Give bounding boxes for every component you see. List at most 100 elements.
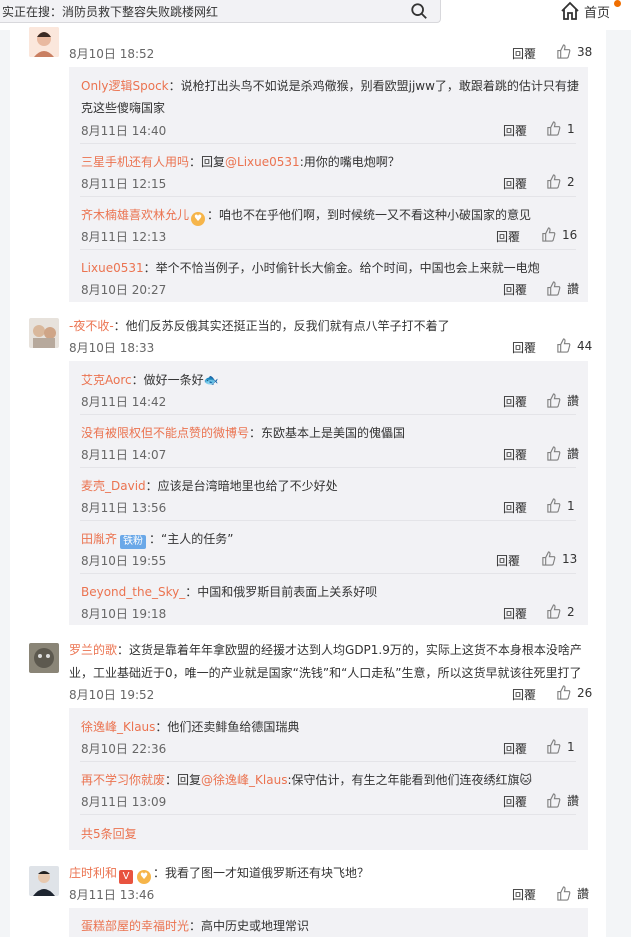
reply-button[interactable]: 回覆 — [512, 45, 536, 62]
avatar[interactable] — [29, 866, 59, 896]
divider — [80, 761, 576, 762]
sub-reply-username[interactable]: 三星手机还有人用吗 — [81, 155, 189, 169]
sub-reply-button[interactable]: 回覆 — [503, 281, 527, 298]
home-label: 首页 — [584, 5, 611, 21]
mention-link[interactable]: @Lixue0531 — [225, 155, 300, 169]
sub-reply-username[interactable]: 徐逸峰_Klaus — [81, 720, 155, 734]
iron-fan-badge: 铁粉 — [120, 535, 147, 549]
search-hot-text[interactable]: 实正在搜：消防员救下整容失败跳楼网红 — [2, 3, 218, 20]
sub-reply-username[interactable]: 艾克Aorc — [81, 373, 132, 387]
avatar[interactable] — [29, 27, 59, 57]
like-count: 1 — [567, 121, 575, 136]
thumb-up-icon — [547, 793, 561, 808]
sub-like-button[interactable]: 1 — [546, 121, 575, 136]
cropped-comment-line — [69, 24, 489, 32]
like-button[interactable]: 44 — [556, 338, 592, 353]
thumb-up-icon — [547, 174, 561, 189]
sub-like-button[interactable]: 1 — [546, 498, 575, 513]
comment-time: 8月10日 19:52 — [69, 688, 155, 702]
sub-like-button[interactable]: 2 — [546, 174, 575, 189]
comment-text: 庄时利和 V ♥ ：我看了图一才知道俄罗斯还有块飞地？ — [69, 864, 369, 884]
sub-reply-username[interactable]: 齐木楠雄喜欢林允儿 — [81, 208, 189, 222]
like-count: 2 — [567, 174, 575, 189]
comment-time: 8月10日 18:52 — [69, 47, 155, 61]
like-count: 讚 — [567, 394, 580, 408]
sub-reply-button[interactable]: 回覆 — [503, 393, 527, 410]
sub-reply-button[interactable]: 回覆 — [503, 499, 527, 516]
sub-like-button[interactable]: 2 — [546, 604, 575, 619]
sub-reply-time: 8月11日 13:09 — [81, 795, 167, 809]
thumb-up-icon — [547, 604, 561, 619]
sub-like-button[interactable]: 讚 — [546, 392, 579, 409]
sub-reply-username[interactable]: Beyond_the_Sky_ — [81, 585, 185, 599]
like-count: 13 — [562, 551, 578, 566]
sub-reply-content: ：回复 — [165, 773, 202, 787]
divider — [80, 249, 576, 250]
sub-reply-username[interactable]: Only逻辑Spock — [81, 79, 169, 93]
divider — [80, 414, 576, 415]
reply-button[interactable]: 回覆 — [512, 686, 536, 703]
search-icon[interactable] — [410, 2, 428, 20]
avatar-image — [29, 27, 59, 57]
avatar[interactable] — [29, 318, 59, 348]
sub-reply-button[interactable]: 回覆 — [496, 552, 520, 569]
sub-like-button[interactable]: 13 — [541, 551, 577, 566]
like-count: 26 — [577, 685, 593, 700]
like-count: 16 — [562, 227, 578, 242]
sub-reply-username[interactable]: 蛋糕部屋的幸福时光 — [81, 919, 189, 933]
sub-reply-button[interactable]: 回覆 — [503, 793, 527, 810]
sub-reply-time: 8月11日 13:56 — [81, 501, 167, 515]
divider — [80, 196, 576, 197]
sub-reply-username[interactable]: 再不学习你就废 — [81, 773, 165, 787]
reply-button[interactable]: 回覆 — [512, 339, 536, 356]
thumb-up-icon — [557, 886, 571, 901]
sub-like-button[interactable]: 讚 — [546, 280, 579, 297]
avatar-image — [29, 866, 59, 896]
home-icon — [561, 1, 579, 20]
sub-reply-button[interactable]: 回覆 — [503, 446, 527, 463]
like-count: 讚 — [567, 447, 580, 461]
verified-v-icon: V — [119, 870, 134, 884]
home-link[interactable]: 首页 — [560, 0, 610, 22]
sub-like-button[interactable]: 讚 — [546, 445, 579, 462]
thumb-up-icon — [542, 551, 556, 566]
sub-reply-username[interactable]: 田胤齐 — [81, 532, 117, 546]
thumb-up-icon — [547, 393, 561, 408]
comment-username[interactable]: 罗兰的歌 — [69, 643, 117, 657]
like-button[interactable]: 26 — [556, 685, 592, 700]
avatar[interactable] — [29, 643, 59, 673]
thumb-up-icon — [557, 685, 571, 700]
mention-link[interactable]: @徐逸峰_Klaus — [201, 773, 287, 787]
avatar-image — [29, 643, 59, 673]
sub-reply-button[interactable]: 回覆 — [496, 228, 520, 245]
sub-reply-username[interactable]: 麦壳_David — [81, 479, 146, 493]
sub-like-button[interactable]: 16 — [541, 227, 577, 242]
sub-reply-time: 8月11日 14:42 — [81, 395, 167, 409]
like-count: 1 — [567, 739, 575, 754]
sub-reply-username[interactable]: 没有被限权但不能点赞的微博号 — [81, 426, 249, 440]
divider — [80, 143, 576, 144]
comment-content: ：这货是靠着年年拿欧盟的经援才达到人均GDP1.9万的，实际上这货不本身根本没啥… — [117, 643, 582, 657]
sub-reply-text: 没有被限权但不能点赞的微博号：东欧基本上是美国的傀儡国 — [81, 424, 405, 441]
comment-content: ：我看了图一才知道俄罗斯还有块飞地？ — [153, 866, 370, 880]
sub-like-button[interactable]: 讚 — [546, 792, 579, 809]
thumb-up-icon — [547, 121, 561, 136]
sub-reply-username[interactable]: Lixue0531 — [81, 261, 144, 275]
emoji-icon: 🐟 — [203, 373, 219, 387]
like-button[interactable]: 38 — [556, 44, 592, 59]
more-replies-link[interactable]: 共5条回复 — [81, 825, 137, 842]
reply-button[interactable]: 回覆 — [512, 886, 536, 903]
sub-reply-button[interactable]: 回覆 — [503, 605, 527, 622]
divider — [80, 520, 576, 521]
search-box[interactable]: 实正在搜：消防员救下整容失败跳楼网红 — [0, 0, 441, 23]
comment-username[interactable]: -夜不收- — [69, 319, 114, 333]
thumb-up-icon — [542, 227, 556, 242]
sub-reply-button[interactable]: 回覆 — [503, 740, 527, 757]
right-gutter — [606, 30, 631, 937]
sub-reply-button[interactable]: 回覆 — [503, 122, 527, 139]
sub-like-button[interactable]: 1 — [546, 739, 575, 754]
divider — [80, 814, 576, 815]
sub-reply-button[interactable]: 回覆 — [503, 175, 527, 192]
comment-username[interactable]: 庄时利和 — [69, 866, 117, 880]
like-button[interactable]: 讚 — [556, 885, 589, 902]
